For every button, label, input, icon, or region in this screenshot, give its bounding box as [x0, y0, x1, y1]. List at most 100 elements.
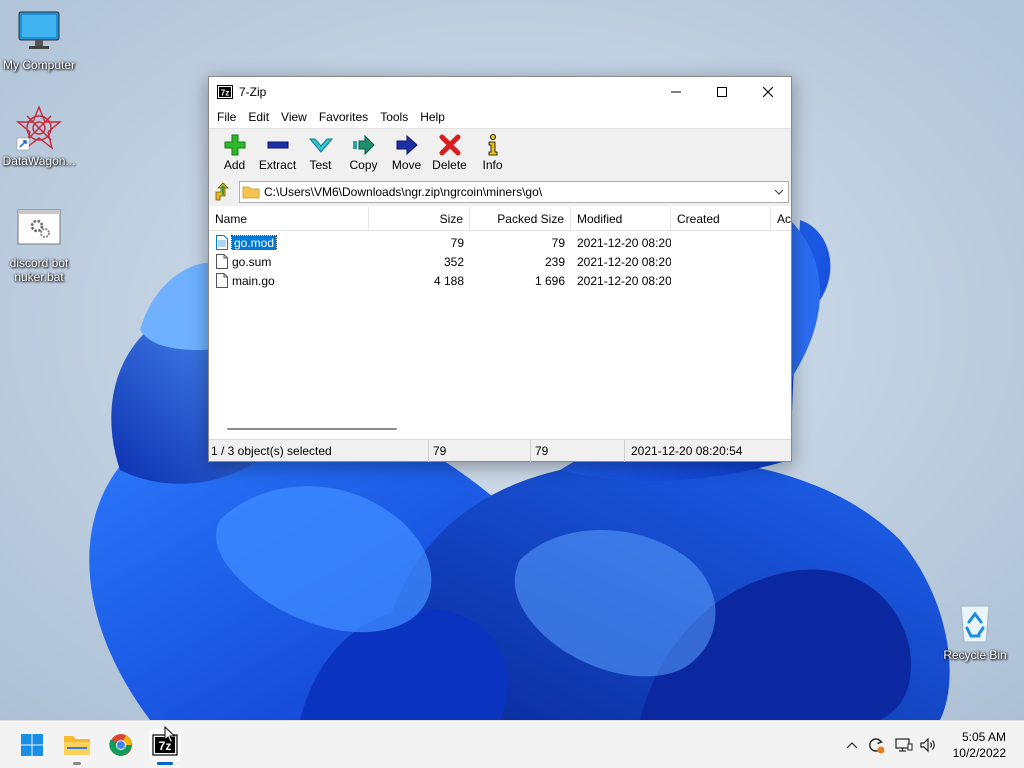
desktop-icon-discord-bot-nuker[interactable]: discord bot nuker.bat: [0, 206, 78, 284]
column-header-created[interactable]: Created: [671, 206, 771, 231]
move-label: Move: [391, 158, 422, 172]
close-button[interactable]: [745, 77, 791, 106]
column-header-size[interactable]: Size: [369, 206, 470, 231]
start-button[interactable]: [16, 729, 48, 761]
taskbar: 7z 5:05 AM 10/2/2022: [0, 720, 1024, 768]
table-row[interactable]: go.sum 352 239 2021-12-20 08:20: [209, 252, 791, 271]
table-row[interactable]: go.mod 79 79 2021-12-20 08:20: [209, 233, 791, 252]
chrome-icon: [109, 734, 132, 756]
column-header-modified[interactable]: Modified: [571, 206, 671, 231]
mouse-cursor-icon: [164, 726, 176, 744]
file-name-cell: main.go: [209, 273, 369, 288]
menu-tools[interactable]: Tools: [374, 110, 414, 124]
maximize-icon: [717, 86, 727, 97]
test-label: Test: [309, 158, 332, 172]
info-icon: [488, 134, 497, 156]
column-header-name[interactable]: Name: [209, 206, 369, 231]
file-explorer-icon: [64, 736, 90, 755]
folder-icon: [242, 186, 260, 199]
horizontal-scrollbar[interactable]: [209, 420, 791, 437]
menu-bar: File Edit View Favorites Tools Help: [209, 106, 791, 128]
status-packed-size: 79: [531, 439, 625, 462]
window-title: 7-Zip: [239, 84, 267, 99]
file-packed-size: 1 696: [534, 273, 565, 288]
test-check-icon: [308, 138, 333, 153]
menu-help[interactable]: Help: [414, 110, 451, 124]
delete-button[interactable]: Delete: [428, 129, 471, 172]
copy-button[interactable]: Copy: [342, 129, 385, 172]
file-packed-size: 79: [551, 235, 565, 250]
delete-label: Delete: [432, 158, 467, 172]
clock-date: 10/2/2022: [952, 746, 1006, 760]
desktop-icon-label: My Computer: [2, 58, 76, 72]
speaker-icon: [920, 737, 935, 753]
chevron-up-icon: [846, 742, 858, 749]
add-label: Add: [223, 158, 246, 172]
show-hidden-icons-button[interactable]: [842, 735, 862, 755]
svg-text:7z: 7z: [221, 88, 229, 97]
copy-arrow-icon: [352, 134, 375, 156]
minimize-button[interactable]: [653, 77, 699, 106]
address-dropdown-button[interactable]: [770, 182, 788, 202]
desktop-icon-my-computer[interactable]: My Computer: [0, 8, 78, 72]
column-header-packed-size[interactable]: Packed Size: [470, 206, 571, 231]
add-button[interactable]: Add: [213, 129, 256, 172]
extract-button[interactable]: Extract: [256, 129, 299, 172]
file-size: 352: [443, 254, 464, 269]
desktop-icon-datawagon[interactable]: DataWagon...: [0, 104, 78, 168]
scrollbar-thumb[interactable]: [227, 428, 397, 430]
taskbar-clock[interactable]: 5:05 AM 10/2/2022: [953, 729, 1006, 761]
menu-favorites[interactable]: Favorites: [313, 110, 374, 124]
file-name-cell: go.sum: [209, 254, 369, 269]
taskbar-file-explorer[interactable]: [61, 729, 93, 765]
minimize-icon: [671, 91, 681, 92]
move-button[interactable]: Move: [385, 129, 428, 172]
up-folder-icon[interactable]: [213, 182, 233, 202]
title-bar[interactable]: 7z 7-Zip: [209, 77, 791, 106]
file-size: 4 188: [433, 273, 464, 288]
active-indicator: [157, 762, 173, 765]
file-name-cell: go.mod: [209, 235, 369, 250]
file-modified: 2021-12-20 08:20: [577, 254, 671, 269]
close-icon: [763, 86, 773, 97]
volume-tray-button[interactable]: [918, 735, 938, 755]
file-modified: 2021-12-20 08:20: [577, 273, 671, 288]
taskbar-chrome[interactable]: [105, 729, 137, 761]
file-list: Name Size Packed Size Modified Created A…: [209, 206, 791, 435]
network-tray-button[interactable]: [894, 735, 914, 755]
recycle-bin-icon: [951, 598, 999, 646]
address-field[interactable]: C:\Users\VM6\Downloads\ngr.zip\ngrcoin\m…: [239, 181, 789, 203]
info-button[interactable]: Info: [471, 129, 514, 172]
running-indicator: [73, 762, 81, 765]
file-icon: [216, 235, 228, 250]
extract-minus-icon: [267, 141, 288, 149]
desktop-icon-recycle-bin[interactable]: Recycle Bin: [936, 598, 1014, 662]
file-modified: 2021-12-20 08:20: [577, 235, 671, 250]
status-modified: 2021-12-20 08:20:54: [631, 443, 743, 458]
table-row[interactable]: main.go 4 188 1 696 2021-12-20 08:20: [209, 271, 791, 290]
update-tray-button[interactable]: [866, 735, 886, 755]
windows-update-icon: [869, 738, 885, 754]
test-button[interactable]: Test: [299, 129, 342, 172]
desktop-icon-label: Recycle Bin: [943, 648, 1007, 662]
7zip-app-icon: 7z: [217, 84, 233, 99]
maximize-button[interactable]: [699, 77, 745, 106]
column-header-accessed[interactable]: Ac: [771, 207, 791, 231]
menu-view[interactable]: View: [275, 110, 313, 124]
file-icon: [216, 273, 228, 288]
move-arrow-icon: [396, 134, 418, 156]
column-headers: Name Size Packed Size Modified Created A…: [209, 206, 791, 231]
menu-edit[interactable]: Edit: [242, 110, 275, 124]
info-label: Info: [482, 158, 503, 172]
start-windows-icon: [21, 734, 43, 756]
status-size: 79: [429, 439, 531, 462]
file-name: go.sum: [232, 254, 272, 269]
network-icon: [895, 738, 913, 752]
status-selection: 1 / 3 object(s) selected: [209, 439, 429, 462]
menu-file[interactable]: File: [211, 110, 242, 124]
delete-x-icon: [439, 134, 460, 156]
file-size: 79: [450, 235, 464, 250]
desktop-icon-label: DataWagon...: [2, 154, 76, 168]
address-path: C:\Users\VM6\Downloads\ngr.zip\ngrcoin\m…: [264, 185, 543, 199]
extract-label: Extract: [258, 158, 297, 172]
